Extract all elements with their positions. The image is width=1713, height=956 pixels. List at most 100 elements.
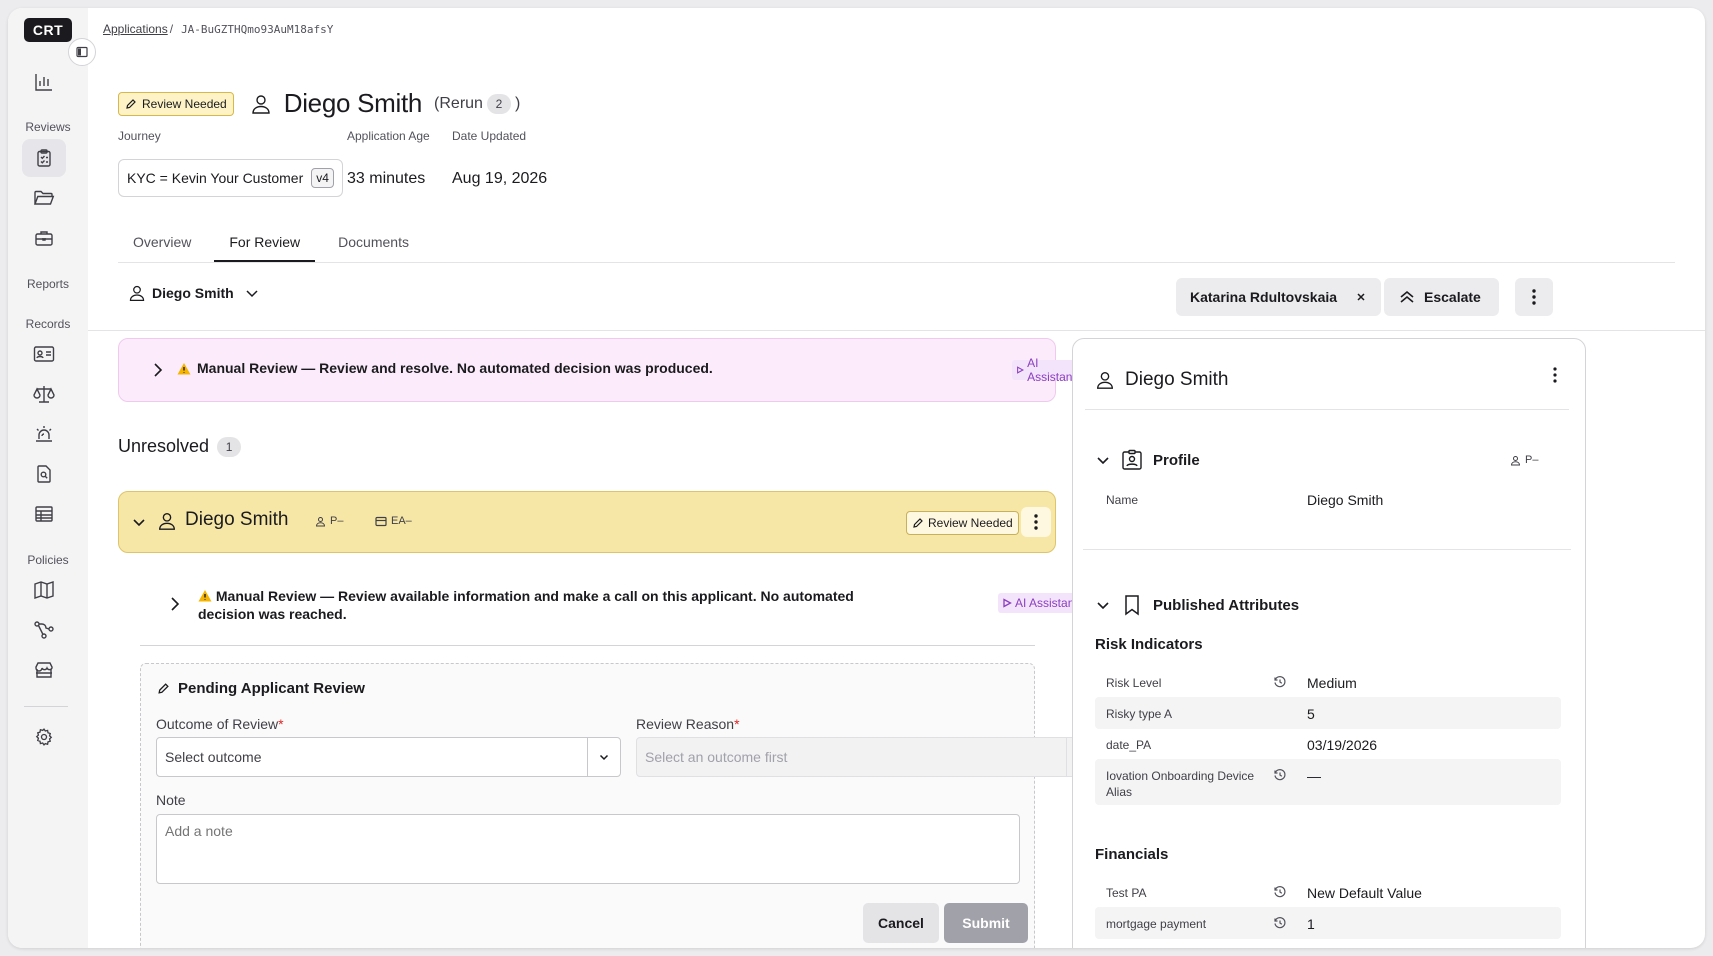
- app-logo[interactable]: CRT: [24, 18, 72, 42]
- sidebar-toggle-icon[interactable]: [68, 38, 96, 66]
- sidebar: CRT Reviews Reports Records Policies: [8, 8, 96, 948]
- nav-scales-icon[interactable]: [22, 375, 66, 413]
- submit-button[interactable]: Submit: [944, 903, 1028, 943]
- assignee-chip[interactable]: Katarina Rdultovskaia: [1176, 278, 1382, 316]
- unresolved-label: Unresolved: [118, 436, 210, 456]
- pencil-icon: [126, 98, 136, 109]
- nav-document-search-icon[interactable]: [22, 455, 66, 493]
- chevron-down-icon[interactable]: [131, 514, 147, 530]
- rerun-count-badge: 2: [486, 93, 511, 114]
- dashboard-chart-icon[interactable]: [22, 63, 66, 101]
- bookmark-icon: [1125, 595, 1139, 616]
- person-icon: [1097, 372, 1113, 389]
- published-attributes-title: Published Attributes: [1153, 596, 1300, 614]
- date-updated-label: Date Updated: [452, 129, 527, 143]
- history-icon[interactable]: [1273, 675, 1287, 689]
- outcome-label-text: Outcome of Review: [156, 716, 279, 732]
- sidebar-divider: [24, 706, 68, 707]
- tab-for-review[interactable]: For Review: [214, 222, 316, 262]
- pencil-icon: [158, 683, 169, 694]
- panel-divider: [1083, 549, 1571, 550]
- nav-map-icon[interactable]: [22, 571, 66, 609]
- applicant-name: Diego Smith: [185, 509, 289, 530]
- nav-alarm-siren-icon[interactable]: [22, 415, 66, 453]
- card-status-badge[interactable]: Review Needed: [906, 511, 1019, 535]
- history-icon[interactable]: [1273, 768, 1287, 782]
- date-updated-value: Aug 19, 2026: [452, 170, 548, 187]
- chevron-down-icon[interactable]: [1095, 452, 1111, 468]
- manual-review-banner[interactable]: Manual Review — Review and resolve. No a…: [118, 338, 1118, 402]
- nav-section-reports[interactable]: Reports: [8, 277, 88, 291]
- published-attributes-header[interactable]: Published Attributes: [1095, 594, 1299, 616]
- close-icon[interactable]: [1355, 291, 1367, 303]
- journey-version-badge: v4: [311, 168, 334, 188]
- attribute-label: Test PA: [1106, 886, 1147, 900]
- page-title: Diego Smith: [283, 88, 423, 118]
- warning-icon: [198, 590, 212, 602]
- profile-section-header[interactable]: Profile: [1095, 449, 1200, 471]
- nav-briefcase-icon[interactable]: [22, 219, 66, 257]
- warning-icon: [177, 362, 191, 374]
- application-age-value: 33 minutes: [347, 170, 426, 187]
- tab-overview[interactable]: Overview: [118, 222, 206, 262]
- applicant-card-header[interactable]: Diego Smith P– EA– Review Needed: [118, 491, 1056, 553]
- more-options-icon[interactable]: [1515, 278, 1553, 316]
- wallet-icon: [375, 516, 387, 526]
- nav-id-card-icon[interactable]: [22, 335, 66, 373]
- review-reason-placeholder: Select an outcome first: [645, 749, 788, 765]
- profile-row: Name Diego Smith: [1095, 483, 1561, 515]
- settings-gear-icon[interactable]: [22, 718, 66, 756]
- pending-review-title: Pending Applicant Review: [157, 680, 365, 697]
- person-small-icon: [315, 516, 326, 526]
- banner-message: Manual Review — Review and resolve. No a…: [177, 360, 713, 376]
- ai-assistant-chip[interactable]: AI Assistant: [998, 593, 1082, 613]
- journey-label: Journey: [118, 129, 161, 143]
- journey-selector[interactable]: KYC = Kevin Your Customer v4: [118, 159, 343, 197]
- attribute-row: Iovation Onboarding Device Alias —: [1095, 759, 1561, 805]
- nav-table-icon[interactable]: [22, 495, 66, 533]
- rerun-label: (Rerun: [434, 94, 483, 112]
- attribute-value: New Default Value: [1307, 885, 1422, 901]
- panel-more-options-icon[interactable]: [1553, 367, 1557, 383]
- person-selector[interactable]: Diego Smith: [128, 284, 260, 302]
- chevron-right-icon[interactable]: [168, 596, 182, 612]
- nav-folder-icon[interactable]: [22, 179, 66, 217]
- ai-assistant-label: AI Assistant: [1015, 596, 1078, 610]
- financials-title: Financials: [1095, 846, 1169, 863]
- nav-reviews-clipboard-icon[interactable]: [22, 139, 66, 177]
- profile-id-tag: P–: [1510, 454, 1538, 466]
- chevron-down-icon[interactable]: [587, 738, 620, 776]
- chevron-right-icon[interactable]: [151, 362, 165, 378]
- review-reason-select: Select an outcome first: [636, 737, 1100, 777]
- nav-section-reviews: Reviews: [25, 120, 71, 134]
- card-more-options-icon[interactable]: [1021, 507, 1051, 537]
- panel-header: Diego Smith: [1095, 369, 1229, 391]
- history-icon[interactable]: [1273, 916, 1287, 930]
- attribute-row: mortgage payment 1: [1095, 907, 1561, 939]
- nav-workflow-icon[interactable]: [22, 611, 66, 649]
- breadcrumb-separator: /: [169, 22, 174, 36]
- person-id-value: P–: [330, 515, 344, 527]
- person-icon: [129, 285, 145, 301]
- person-id-tag: P–: [315, 515, 343, 527]
- note-label: Note: [156, 792, 186, 808]
- chevron-down-icon[interactable]: [1095, 597, 1111, 613]
- review-toolbar: Diego Smith Katarina Rdultovskaia Escala…: [88, 262, 1705, 331]
- escalate-button[interactable]: Escalate: [1384, 278, 1499, 316]
- breadcrumb-applications-link[interactable]: Applications: [103, 22, 168, 36]
- tab-bar: Overview For Review Documents: [118, 222, 1675, 263]
- panel-divider: [1085, 409, 1569, 410]
- outcome-select[interactable]: Select outcome: [156, 737, 621, 777]
- rerun-indicator: (Rerun 2 ): [434, 93, 520, 114]
- tab-documents[interactable]: Documents: [323, 222, 424, 262]
- attribute-row: Risk Level Medium: [1095, 666, 1561, 698]
- pending-review-title-text: Pending Applicant Review: [178, 680, 365, 697]
- attribute-value: —: [1307, 768, 1321, 784]
- cancel-button[interactable]: Cancel: [863, 903, 939, 943]
- note-textarea[interactable]: [156, 814, 1020, 884]
- nav-store-icon[interactable]: [22, 651, 66, 689]
- review-reason-label-text: Review Reason: [636, 716, 735, 732]
- profile-title: Profile: [1153, 451, 1200, 469]
- history-icon[interactable]: [1273, 885, 1287, 899]
- applicant-review-message: Manual Review — Review available informa…: [198, 587, 858, 623]
